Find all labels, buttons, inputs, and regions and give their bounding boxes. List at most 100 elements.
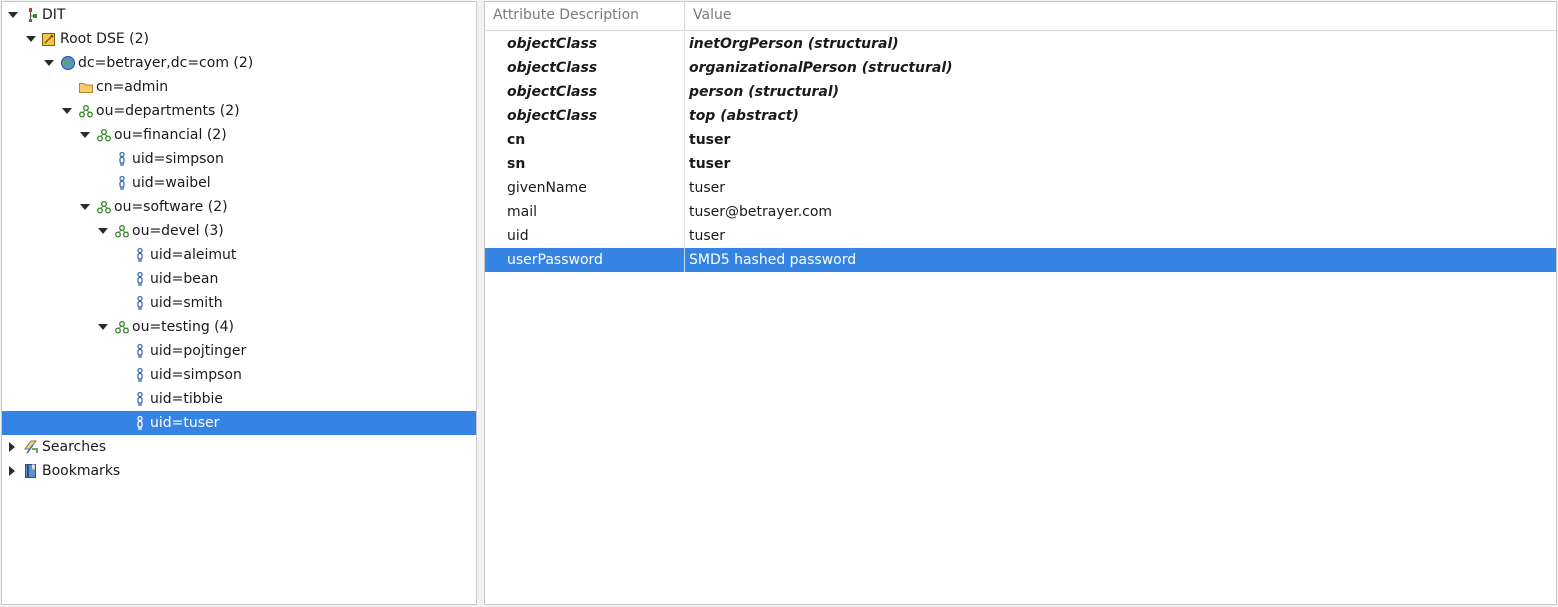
cell-divider bbox=[684, 128, 685, 152]
tree-item-ou-software[interactable]: ou=software (2) bbox=[2, 195, 476, 219]
tree-item-uid-pojtinger[interactable]: uid=pojtinger bbox=[2, 339, 476, 363]
expand-arrow-icon[interactable] bbox=[61, 99, 75, 123]
attribute-value[interactable]: person (structural) bbox=[689, 80, 839, 104]
dit-tree: DIT Root DSE (2) dc=betrayer,dc=com (2) bbox=[2, 2, 476, 483]
cell-divider bbox=[684, 248, 685, 272]
tree-item-uid-smith[interactable]: uid=smith bbox=[2, 291, 476, 315]
attribute-row[interactable]: objectClass top (abstract) bbox=[485, 104, 1556, 128]
attribute-table-body: objectClass inetOrgPerson (structural) o… bbox=[485, 31, 1556, 272]
attribute-description: objectClass bbox=[507, 84, 598, 100]
tree-item-root-dse[interactable]: Root DSE (2) bbox=[2, 27, 476, 51]
tree-item-uid-simpson[interactable]: uid=simpson bbox=[2, 147, 476, 171]
folder-icon bbox=[78, 79, 94, 95]
person-icon bbox=[132, 295, 148, 311]
column-header-value[interactable]: Value bbox=[693, 2, 731, 30]
tree-item-dc-betrayer[interactable]: dc=betrayer,dc=com (2) bbox=[2, 51, 476, 75]
cell-divider bbox=[684, 80, 685, 104]
tree-item-label: ou=departments (2) bbox=[96, 103, 240, 119]
expand-arrow-icon[interactable] bbox=[25, 27, 39, 51]
tree-item-label: Searches bbox=[42, 439, 107, 455]
expand-arrow-icon[interactable] bbox=[97, 315, 111, 339]
tree-item-label: uid=tibbie bbox=[150, 391, 224, 407]
tree-item-label: dc=betrayer,dc=com (2) bbox=[78, 55, 254, 71]
tree-item-uid-aleimut[interactable]: uid=aleimut bbox=[2, 243, 476, 267]
attribute-row[interactable]: objectClass person (structural) bbox=[485, 80, 1556, 104]
attribute-value[interactable]: inetOrgPerson (structural) bbox=[689, 32, 899, 56]
tree-item-dit[interactable]: DIT bbox=[2, 3, 476, 27]
tree-item-label: Bookmarks bbox=[42, 463, 121, 479]
tree-item-label: uid=pojtinger bbox=[150, 343, 247, 359]
attribute-row[interactable]: objectClass inetOrgPerson (structural) bbox=[485, 32, 1556, 56]
org-unit-icon bbox=[114, 319, 130, 335]
tree-item-bookmarks[interactable]: Bookmarks bbox=[2, 459, 476, 483]
tree-item-label: uid=simpson bbox=[132, 151, 224, 167]
attribute-row[interactable]: sn tuser bbox=[485, 152, 1556, 176]
tree-item-label: ou=financial (2) bbox=[114, 127, 227, 143]
column-divider[interactable] bbox=[684, 2, 685, 30]
tree-item-label: ou=devel (3) bbox=[132, 223, 224, 239]
tree-item-label: uid=waibel bbox=[132, 175, 211, 191]
attribute-row[interactable]: givenName tuser bbox=[485, 176, 1556, 200]
person-icon bbox=[132, 247, 148, 263]
expand-arrow-icon[interactable] bbox=[79, 123, 93, 147]
expand-arrow-icon[interactable] bbox=[79, 195, 93, 219]
tree-item-ou-departments[interactable]: ou=departments (2) bbox=[2, 99, 476, 123]
tree-item-uid-bean[interactable]: uid=bean bbox=[2, 267, 476, 291]
attribute-row[interactable]: mail tuser@betrayer.com bbox=[485, 200, 1556, 224]
bookmarks-icon bbox=[23, 463, 39, 479]
expand-arrow-icon[interactable] bbox=[97, 219, 111, 243]
tree-item-uid-tibbie[interactable]: uid=tibbie bbox=[2, 387, 476, 411]
person-icon bbox=[132, 391, 148, 407]
attribute-value[interactable]: organizationalPerson (structural) bbox=[689, 56, 953, 80]
tree-item-label: uid=tuser bbox=[150, 415, 220, 431]
dit-icon bbox=[23, 7, 39, 23]
ldap-browser-window: DIT Root DSE (2) dc=betrayer,dc=com (2) bbox=[0, 0, 1558, 607]
root-dse-icon bbox=[41, 31, 57, 47]
cell-divider bbox=[684, 176, 685, 200]
cell-divider bbox=[684, 104, 685, 128]
column-header-attribute-description[interactable]: Attribute Description bbox=[493, 2, 683, 30]
tree-item-uid-simpson-testing[interactable]: uid=simpson bbox=[2, 363, 476, 387]
tree-item-uid-tuser[interactable]: uid=tuser bbox=[2, 411, 476, 435]
tree-item-searches[interactable]: Searches bbox=[2, 435, 476, 459]
attribute-row-selected[interactable]: userPassword SMD5 hashed password bbox=[485, 248, 1556, 272]
attribute-value[interactable]: SMD5 hashed password bbox=[689, 248, 856, 272]
cell-divider bbox=[684, 56, 685, 80]
expand-arrow-icon[interactable] bbox=[7, 3, 21, 27]
collapse-arrow-icon[interactable] bbox=[5, 459, 19, 483]
tree-item-uid-waibel[interactable]: uid=waibel bbox=[2, 171, 476, 195]
globe-icon bbox=[60, 55, 76, 71]
tree-item-cn-admin[interactable]: cn=admin bbox=[2, 75, 476, 99]
attribute-description: userPassword bbox=[507, 252, 603, 268]
attribute-row[interactable]: objectClass organizationalPerson (struct… bbox=[485, 56, 1556, 80]
attribute-description: mail bbox=[507, 204, 537, 220]
attribute-description: objectClass bbox=[507, 108, 598, 124]
person-icon bbox=[132, 343, 148, 359]
attribute-row[interactable]: cn tuser bbox=[485, 128, 1556, 152]
attribute-description: objectClass bbox=[507, 36, 598, 52]
attribute-value[interactable]: tuser bbox=[689, 176, 725, 200]
attribute-value[interactable]: top (abstract) bbox=[689, 104, 799, 128]
cell-divider bbox=[684, 224, 685, 248]
person-icon bbox=[114, 151, 130, 167]
attribute-value[interactable]: tuser bbox=[689, 224, 725, 248]
attribute-value[interactable]: tuser bbox=[689, 152, 730, 176]
tree-item-ou-devel[interactable]: ou=devel (3) bbox=[2, 219, 476, 243]
org-unit-icon bbox=[78, 103, 94, 119]
org-unit-icon bbox=[96, 199, 112, 215]
entry-editor-panel[interactable]: Attribute Description Value objectClass … bbox=[484, 1, 1557, 605]
tree-item-label: ou=software (2) bbox=[114, 199, 228, 215]
person-icon bbox=[114, 175, 130, 191]
searches-icon bbox=[23, 439, 39, 455]
attribute-value[interactable]: tuser@betrayer.com bbox=[689, 200, 832, 224]
cell-divider bbox=[684, 200, 685, 224]
attribute-row[interactable]: uid tuser bbox=[485, 224, 1556, 248]
ldap-tree-panel[interactable]: DIT Root DSE (2) dc=betrayer,dc=com (2) bbox=[1, 1, 477, 605]
person-icon bbox=[132, 271, 148, 287]
tree-item-ou-financial[interactable]: ou=financial (2) bbox=[2, 123, 476, 147]
expand-arrow-icon[interactable] bbox=[43, 51, 57, 75]
collapse-arrow-icon[interactable] bbox=[5, 435, 19, 459]
tree-item-label: Root DSE (2) bbox=[60, 31, 149, 47]
attribute-value[interactable]: tuser bbox=[689, 128, 730, 152]
tree-item-ou-testing[interactable]: ou=testing (4) bbox=[2, 315, 476, 339]
